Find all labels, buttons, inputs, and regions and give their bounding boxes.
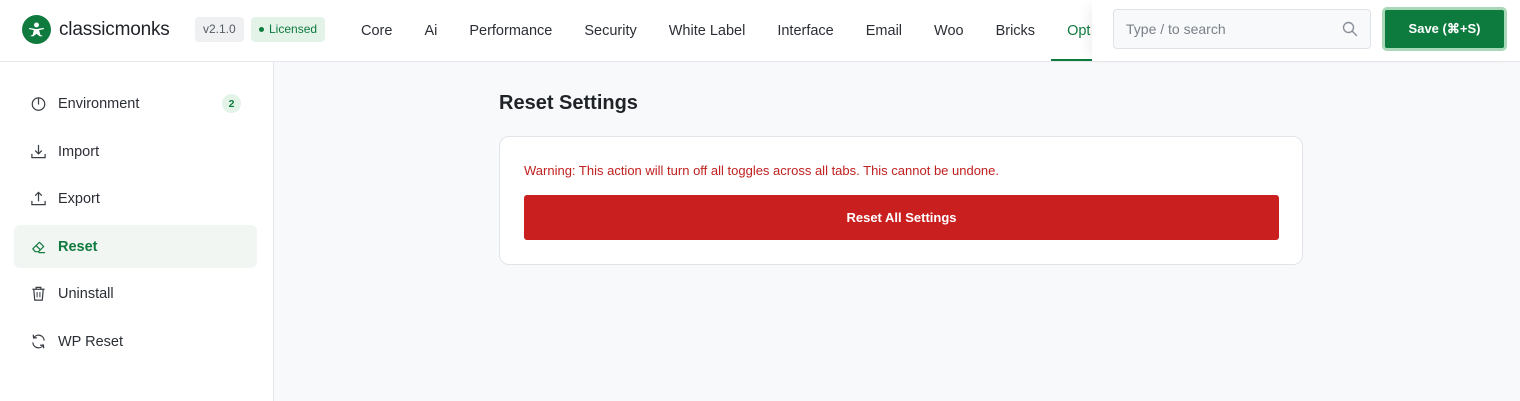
tab-ai[interactable]: Ai: [408, 0, 453, 61]
top-header: classicmonks v2.1.0 Licensed Core Ai Per…: [0, 0, 1520, 62]
monk-logo-icon: [22, 15, 51, 44]
sidebar-item-reset[interactable]: Reset: [14, 225, 257, 268]
download-icon: [29, 143, 47, 161]
reset-all-settings-button[interactable]: Reset All Settings: [524, 195, 1279, 240]
tab-white-label[interactable]: White Label: [653, 0, 762, 61]
tab-interface[interactable]: Interface: [761, 0, 849, 61]
brand[interactable]: classicmonks: [22, 15, 170, 44]
sidebar: Environment 2 Import Export Reset Uninst…: [0, 62, 274, 401]
save-button[interactable]: Save (⌘+S): [1382, 7, 1507, 51]
status-dot-icon: [259, 27, 264, 32]
page-title: Reset Settings: [499, 92, 638, 114]
sidebar-item-label: Export: [58, 190, 100, 207]
sidebar-item-environment[interactable]: Environment 2: [14, 82, 257, 125]
warning-message: Warning: This action will turn off all t…: [524, 163, 1000, 178]
search-input[interactable]: [1126, 21, 1346, 37]
upload-icon: [29, 190, 47, 208]
tab-woo[interactable]: Woo: [918, 0, 980, 61]
count-badge: 2: [222, 94, 241, 113]
tab-security[interactable]: Security: [568, 0, 652, 61]
tab-options[interactable]: Opt: [1051, 0, 1092, 61]
main-nav: Core Ai Performance Security White Label…: [345, 0, 1092, 61]
tab-core[interactable]: Core: [345, 0, 408, 61]
refresh-icon: [29, 333, 47, 351]
brand-name: classicmonks: [59, 18, 170, 40]
search-box[interactable]: [1113, 9, 1371, 49]
tab-email[interactable]: Email: [850, 0, 918, 61]
header-actions: Save (⌘+S): [1092, 0, 1520, 61]
sidebar-item-label: Uninstall: [58, 285, 114, 302]
license-status: Licensed: [269, 22, 318, 36]
license-badge: Licensed: [251, 17, 326, 42]
sidebar-item-label: Reset: [58, 238, 98, 255]
sidebar-item-uninstall[interactable]: Uninstall: [14, 272, 257, 315]
sidebar-item-export[interactable]: Export: [14, 177, 257, 220]
sidebar-item-wp-reset[interactable]: WP Reset: [14, 320, 257, 363]
trash-icon: [29, 285, 47, 303]
reset-card: Warning: This action will turn off all t…: [499, 136, 1303, 265]
eraser-icon: [29, 238, 47, 256]
tab-bricks[interactable]: Bricks: [980, 0, 1051, 61]
sidebar-item-label: Import: [58, 143, 100, 160]
tab-performance[interactable]: Performance: [453, 0, 568, 61]
power-icon: [29, 95, 47, 113]
sidebar-item-label: Environment: [58, 95, 140, 112]
sidebar-item-label: WP Reset: [58, 333, 124, 350]
search-icon[interactable]: [1342, 21, 1358, 42]
version-badge: v2.1.0: [195, 17, 244, 42]
sidebar-item-import[interactable]: Import: [14, 130, 257, 173]
